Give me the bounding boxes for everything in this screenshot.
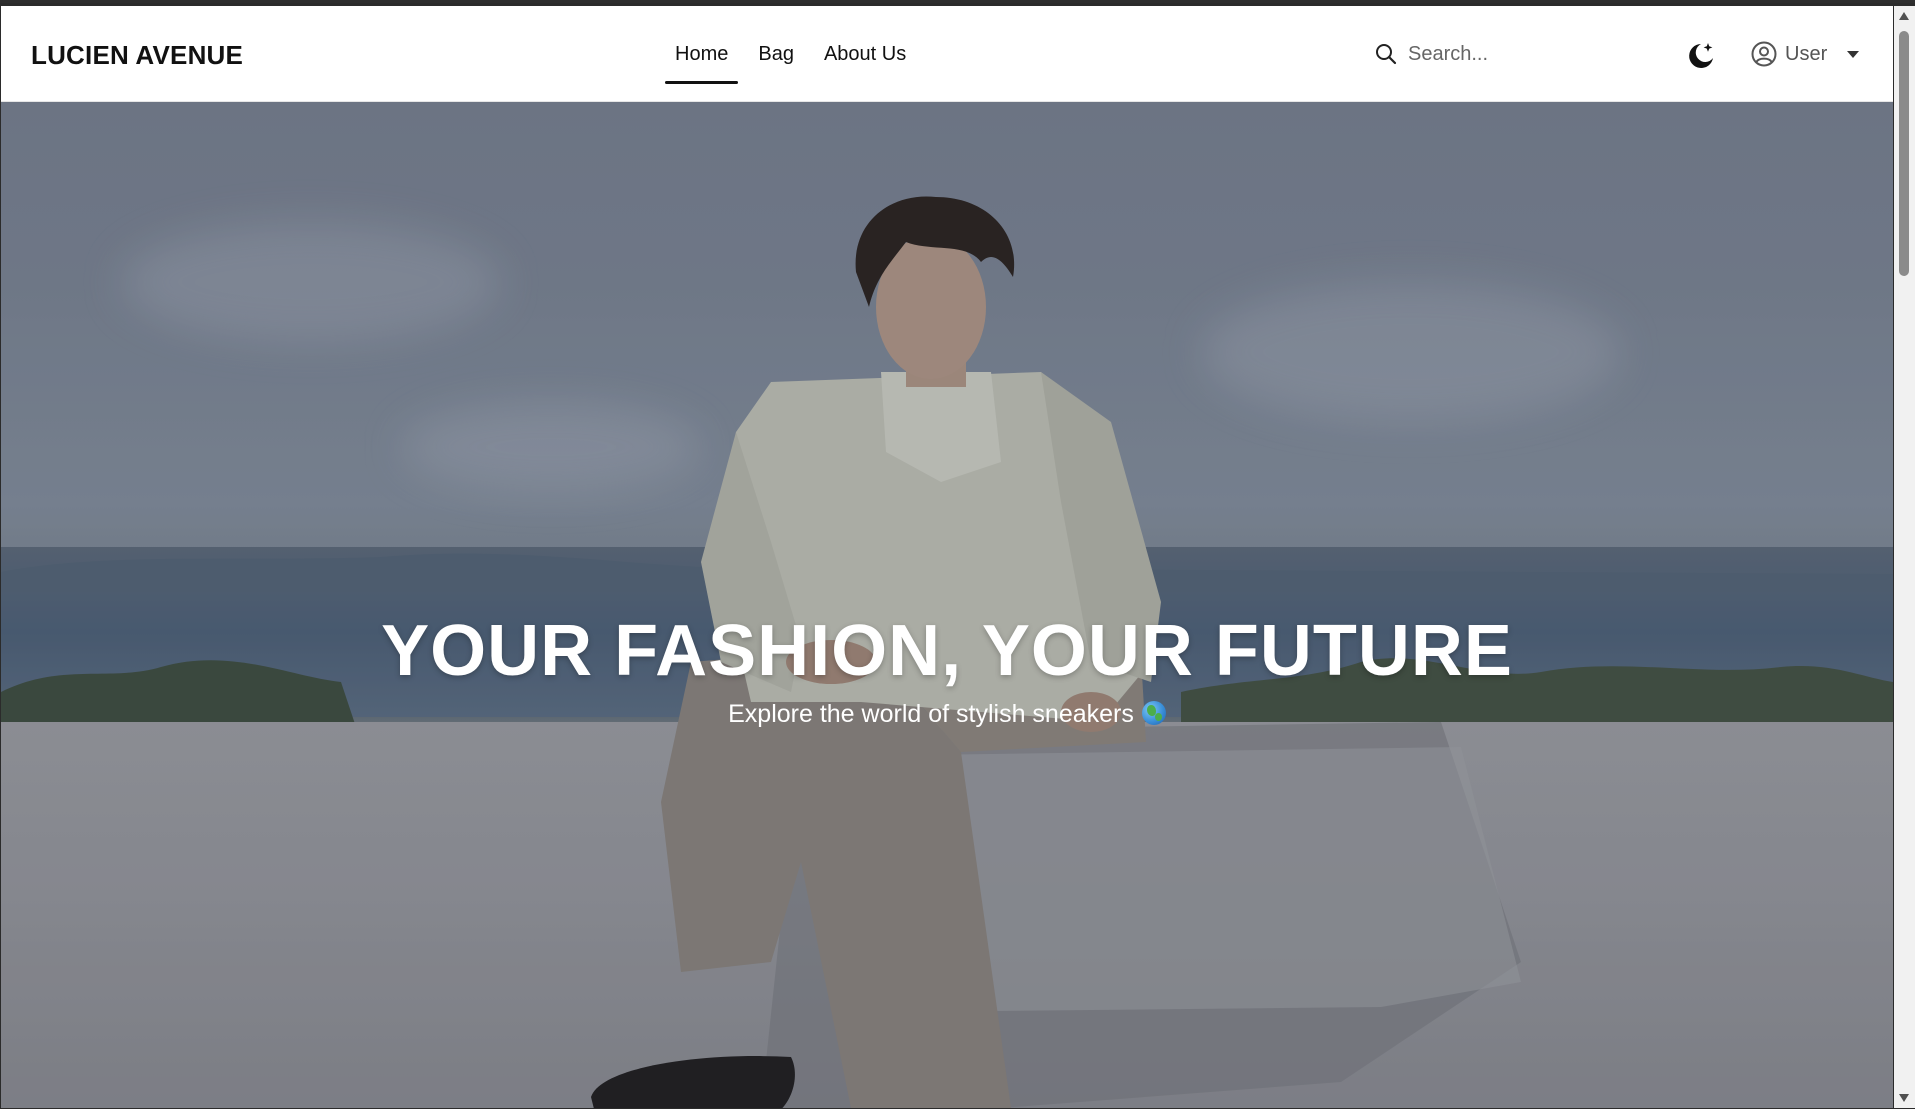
hero-overlay [1,102,1893,1108]
search-input[interactable] [1406,41,1630,67]
hero-subtitle-text: Explore the world of stylish sneakers [728,700,1134,728]
page: LUCIEN AVENUE Home Bag About Us Search..… [1,6,1893,1108]
user-circle-icon [1751,41,1777,67]
hero-title: YOUR FASHION, YOUR FUTURE [381,611,1513,692]
hero-subtitle: Explore the world of stylish sneakers [1,700,1893,729]
globe-icon [1141,701,1166,725]
user-label: User [1785,42,1828,65]
navbar: LUCIEN AVENUE Home Bag About Us Search..… [1,6,1893,102]
search-icon[interactable] [1374,42,1398,66]
nav-link-about-us[interactable]: About Us [814,6,916,102]
vertical-scrollbar[interactable] [1894,6,1915,1108]
nav-links: Home Bag About Us [665,6,916,102]
caret-down-icon [1847,50,1860,58]
nav-link-home[interactable]: Home [665,6,739,102]
moon-sparkle-icon [1689,43,1713,68]
scroll-up-arrow-icon[interactable] [1899,12,1909,20]
scroll-down-arrow-icon[interactable] [1899,1094,1909,1102]
user-menu[interactable]: User [1751,34,1860,74]
hero-banner: YOUR FASHION, YOUR FUTURE Explore the wo… [1,102,1893,1108]
nav-link-bag[interactable]: Bag [748,6,804,102]
scroll-thumb[interactable] [1899,31,1909,276]
brand-logo[interactable]: LUCIEN AVENUE [31,40,243,71]
search-bar [1374,36,1634,72]
browser-window: LUCIEN AVENUE Home Bag About Us Search..… [0,0,1915,1109]
theme-toggle-button[interactable] [1684,39,1718,73]
